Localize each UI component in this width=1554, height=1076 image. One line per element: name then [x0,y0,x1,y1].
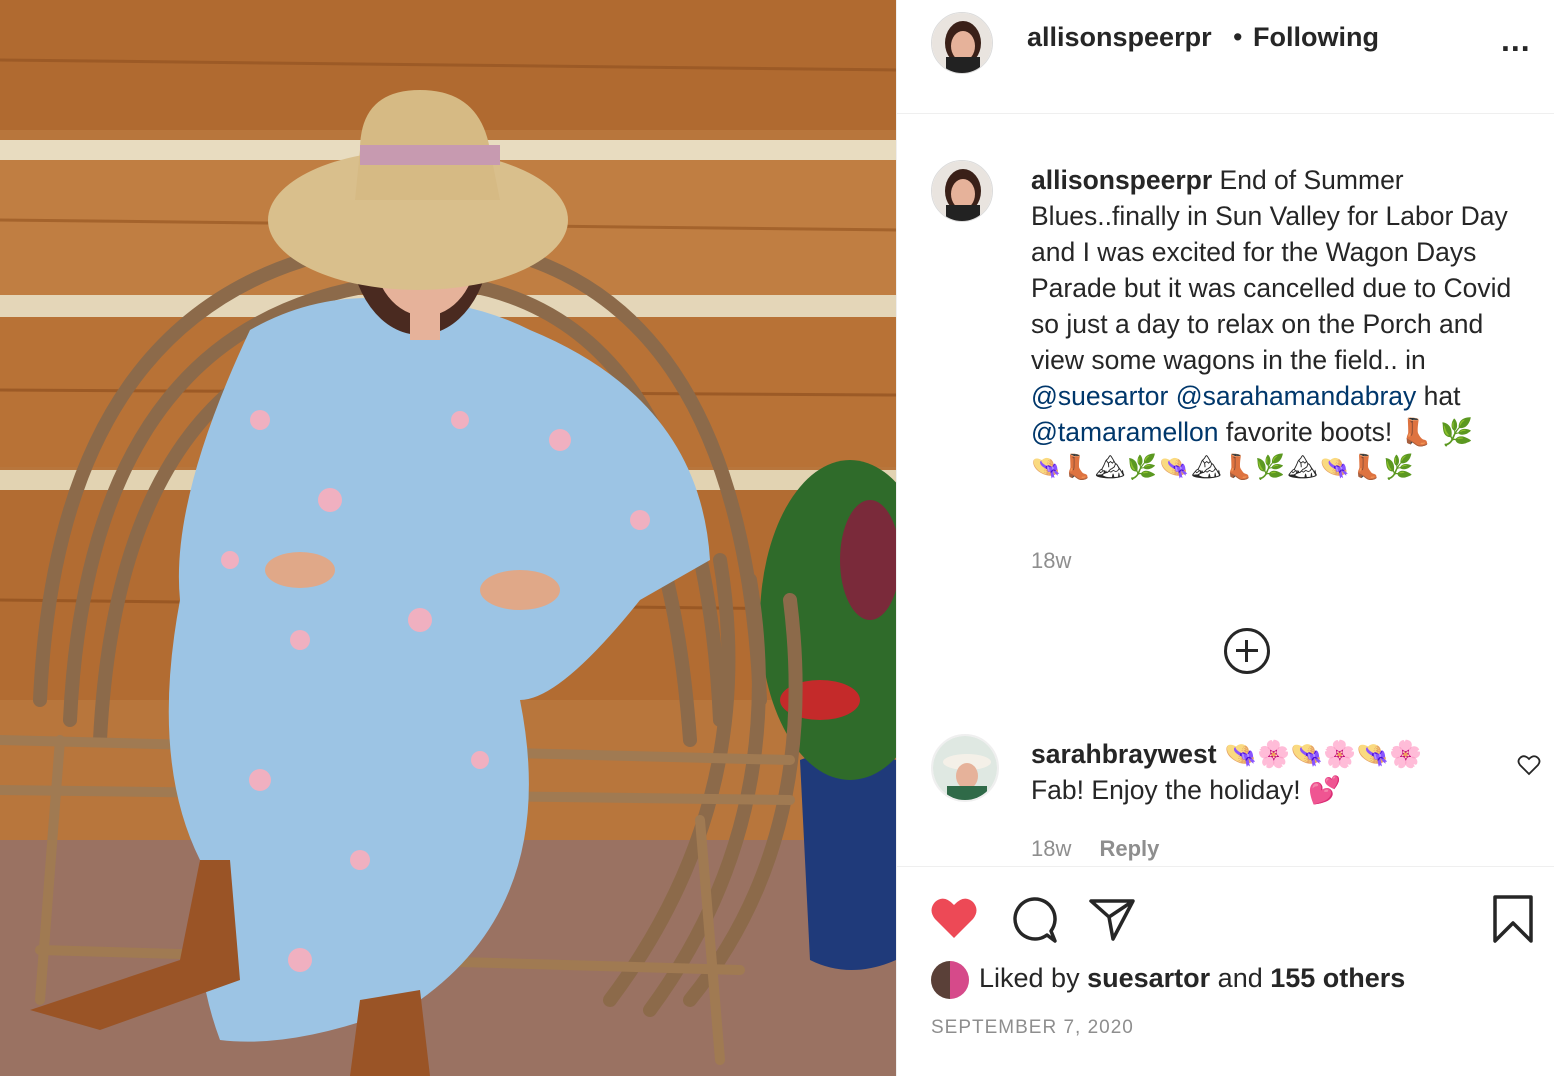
liker-avatar[interactable] [931,961,969,999]
comment-like-heart-icon[interactable] [1517,754,1541,781]
share-send-icon[interactable] [1087,895,1137,948]
caption-text: favorite boots! 👢 🌿 [1225,417,1473,447]
more-options-icon[interactable]: ... [1501,24,1531,56]
comment-meta: 18w Reply [1031,836,1159,862]
plus-circle-icon[interactable] [1224,628,1270,674]
liked-by-user[interactable]: suesartor [1087,963,1210,993]
comment-username[interactable]: sarahbraywest [1031,739,1217,769]
caption-emojis: 👒👢🏔🌿👒🏔👢🌿🏔👒👢🌿 [1031,454,1416,481]
like-heart-icon[interactable] [929,895,979,946]
post-header: allisonspeerpr • Following ... [897,0,1554,114]
author-username[interactable]: allisonspeerpr [1027,22,1212,53]
post-photo[interactable] [0,0,896,1076]
bookmark-save-icon[interactable] [1491,893,1535,950]
caption-timestamp[interactable]: 18w [1031,548,1071,574]
mention-link[interactable]: @sarahamandabray [1176,381,1417,411]
post-side-panel: allisonspeerpr • Following ... allisonsp… [896,0,1554,1076]
following-button[interactable]: Following [1253,22,1379,53]
liked-by-and: and [1217,963,1263,993]
photo-illustration [0,0,896,1076]
caption-username[interactable]: allisonspeerpr [1031,165,1212,195]
likes-summary: Liked by suesartor and 155 others [979,963,1405,994]
comment-timestamp[interactable]: 18w [1031,836,1071,861]
caption-text: End of Summer Blues..finally in Sun Vall… [1031,165,1512,375]
mention-link[interactable]: @suesartor [1031,381,1168,411]
post-caption: allisonspeerpr End of Summer Blues..fina… [1031,162,1531,486]
author-avatar[interactable] [931,12,993,74]
liked-by-prefix: Liked by [979,963,1080,993]
comments-area[interactable]: allisonspeerpr End of Summer Blues..fina… [897,114,1554,866]
caption-author-avatar[interactable] [931,160,993,222]
reply-button[interactable]: Reply [1099,836,1159,861]
post-date[interactable]: SEPTEMBER 7, 2020 [931,1017,1134,1039]
post-actions: Liked by suesartor and 155 others SEPTEM… [897,866,1554,1076]
comment-text: Fab! Enjoy the holiday! 💕 [1031,775,1341,805]
mention-link[interactable]: @tamaramellon [1031,417,1218,447]
separator-dot: • [1233,22,1243,52]
comment-bubble-icon[interactable] [1009,895,1059,950]
comment-item: sarahbraywest 👒🌸👒🌸👒🌸 Fab! Enjoy the holi… [1031,736,1491,808]
caption-text: hat [1423,381,1461,411]
liked-by-count[interactable]: 155 others [1270,963,1405,993]
commenter-avatar[interactable] [931,734,999,802]
comment-emojis: 👒🌸👒🌸👒🌸 [1223,739,1422,769]
